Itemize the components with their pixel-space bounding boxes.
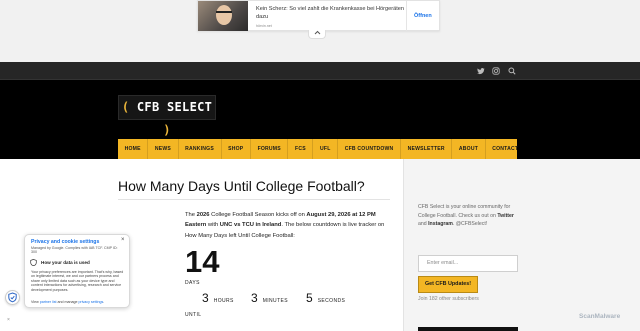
privacy-consent-panel: Privacy and cookie settings × Managed by… bbox=[24, 234, 130, 308]
logo-text: CFB SELECT bbox=[136, 100, 213, 114]
opening-game: UNC vs TCU in Ireland bbox=[219, 222, 282, 229]
countdown-seconds: 5 SECONDS bbox=[306, 291, 345, 305]
consent-links: View partner list and manage privacy set… bbox=[31, 300, 105, 304]
logo-paren-open: ( bbox=[121, 100, 130, 114]
ad-open-button[interactable]: Öffnen bbox=[414, 13, 432, 19]
countdown-seconds-label: SECONDS bbox=[317, 298, 346, 304]
subscribe-button[interactable]: Get CFB Updates! bbox=[418, 276, 478, 293]
ad-source: hörvin.net bbox=[256, 24, 272, 28]
consent-subtitle: Managed by Google. Complies with IAB TCF… bbox=[31, 246, 118, 255]
close-icon[interactable]: × bbox=[121, 237, 125, 243]
consent-how-used: How your data is used bbox=[41, 259, 90, 265]
nav-item-forums[interactable]: FORUMS bbox=[251, 139, 289, 159]
main-nav: HOME NEWS RANKINGS SHOP FORUMS FCS UFL C… bbox=[118, 139, 518, 159]
nav-item-shop[interactable]: SHOP bbox=[222, 139, 251, 159]
countdown-seconds-value: 5 bbox=[306, 291, 313, 305]
instagram-link[interactable]: Instagram bbox=[428, 221, 453, 227]
privacy-settings-button[interactable] bbox=[5, 290, 20, 305]
countdown-hours-label: HOURS bbox=[213, 298, 234, 304]
countdown-minutes-value: 3 bbox=[251, 291, 258, 305]
chevron-up-icon[interactable] bbox=[308, 30, 326, 39]
site-logo[interactable]: ( CFB SELECT ) bbox=[118, 95, 216, 137]
countdown-days-label: DAYS bbox=[185, 280, 200, 286]
sidebar-widget-dark bbox=[418, 327, 518, 331]
ad-thumbnail bbox=[198, 1, 248, 31]
ad-divider bbox=[406, 1, 407, 31]
close-icon[interactable]: × bbox=[7, 317, 10, 323]
instagram-icon[interactable] bbox=[492, 67, 500, 75]
consent-body: Your privacy preferences are important. … bbox=[31, 270, 124, 292]
sidebar bbox=[403, 159, 640, 331]
site-header bbox=[0, 80, 640, 139]
nav-item-cfb-countdown[interactable]: CFB COUNTDOWN bbox=[338, 139, 402, 159]
nav-item-rankings[interactable]: RANKINGS bbox=[179, 139, 222, 159]
nav-item-about[interactable]: ABOUT bbox=[452, 139, 486, 159]
shield-icon bbox=[30, 258, 37, 266]
countdown-minutes: 3 MINUTES bbox=[251, 291, 288, 305]
nav-item-ufl[interactable]: UFL bbox=[313, 139, 339, 159]
nav-item-news[interactable]: NEWS bbox=[148, 139, 179, 159]
countdown-minutes-label: MINUTES bbox=[262, 298, 288, 304]
partner-list-link[interactable]: partner list bbox=[40, 300, 57, 304]
twitter-link[interactable]: Twitter bbox=[497, 213, 514, 219]
page-title: How Many Days Until College Football? bbox=[118, 178, 365, 194]
nav-item-newsletter[interactable]: NEWSLETTER bbox=[401, 139, 453, 159]
consent-data-usage-row: How your data is used bbox=[30, 257, 125, 267]
consent-title[interactable]: Privacy and cookie settings bbox=[31, 239, 99, 245]
shield-icon bbox=[8, 292, 17, 303]
logo-paren-close: ) bbox=[163, 123, 171, 137]
countdown-until-label: UNTIL bbox=[185, 312, 202, 318]
top-bar bbox=[0, 62, 640, 80]
search-icon[interactable] bbox=[508, 67, 516, 75]
nav-item-home[interactable]: HOME bbox=[118, 139, 149, 159]
privacy-settings-link[interactable]: privacy settings bbox=[79, 300, 104, 304]
countdown-hours-value: 3 bbox=[202, 291, 209, 305]
twitter-icon[interactable] bbox=[477, 67, 485, 75]
sidebar-about-text: CFB Select is your online community for … bbox=[418, 204, 514, 227]
nav-item-contact[interactable]: CONTACT bbox=[486, 139, 525, 159]
intro-paragraph: The 2026 College Football Season kicks o… bbox=[185, 212, 385, 239]
ad-banner[interactable]: Kein Scherz: So viel zahlt die Krankenka… bbox=[197, 0, 440, 31]
season-year: 2026 bbox=[196, 212, 210, 218]
nav-item-fcs[interactable]: FCS bbox=[288, 139, 314, 159]
email-field[interactable]: Enter email... bbox=[418, 255, 518, 272]
watermark-logo: ScanMalware bbox=[579, 313, 621, 320]
countdown-days-value: 14 bbox=[185, 244, 220, 279]
countdown-hours: 3 HOURS bbox=[202, 291, 234, 305]
title-divider bbox=[118, 199, 390, 200]
subscriber-count: Join 182 other subscribers bbox=[418, 296, 479, 302]
ad-text[interactable]: Kein Scherz: So viel zahlt die Krankenka… bbox=[256, 6, 406, 21]
